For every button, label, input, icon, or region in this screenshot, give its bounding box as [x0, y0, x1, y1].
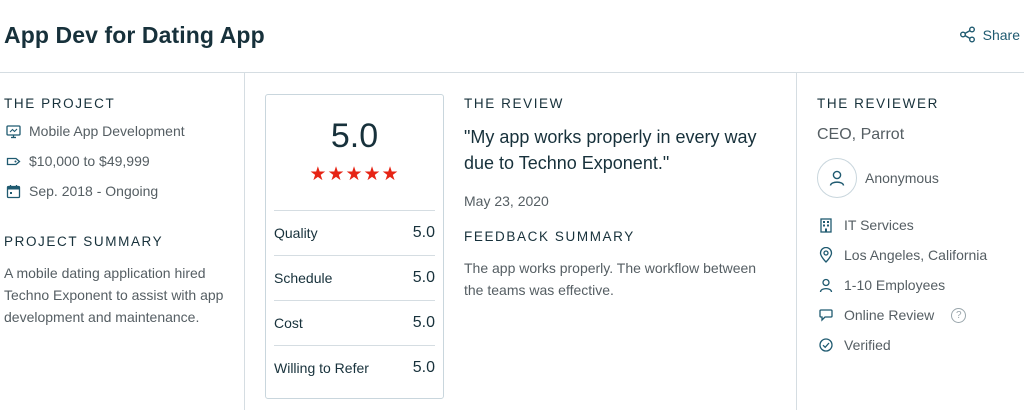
help-icon[interactable]: ?: [951, 307, 967, 323]
reviewer-industry-text: IT Services: [844, 217, 914, 233]
page-header: App Dev for Dating App Share: [0, 0, 1024, 73]
column-divider: [796, 73, 797, 410]
feedback-summary-text: The app works properly. The workflow bet…: [464, 260, 757, 298]
person-icon: [819, 278, 833, 292]
reviewer-review-type-text: Online Review: [844, 307, 935, 323]
review-quote: "My app works properly in every way due …: [464, 127, 757, 173]
column-divider: [244, 73, 245, 410]
reviewer-name: Anonymous: [865, 170, 939, 186]
reviewer-location-text: Los Angeles, California: [844, 247, 988, 263]
project-service-text: Mobile App Development: [29, 123, 185, 139]
rating-card: 5.0 ★★★★★ Quality 5.0 Schedule 5.0 Cost …: [265, 94, 444, 399]
reviewer-heading: THE REVIEWER: [817, 96, 939, 111]
check-circle-icon: [819, 338, 833, 352]
rating-value: 5.0: [412, 314, 435, 331]
page-title: App Dev for Dating App: [4, 22, 265, 48]
share-button[interactable]: Share: [959, 26, 1020, 43]
reviewer-review-type: Online Review ?: [819, 307, 967, 323]
building-icon: [820, 217, 832, 233]
reviewer-company-size-text: 1-10 Employees: [844, 277, 946, 293]
rating-value: 5.0: [412, 224, 435, 241]
reviewer-verified-text: Verified: [844, 337, 891, 353]
feedback-summary-heading: FEEDBACK SUMMARY: [464, 229, 635, 244]
location-pin-icon: [819, 247, 833, 263]
reviewer-company-size: 1-10 Employees: [819, 277, 945, 293]
rating-label: Schedule: [274, 270, 333, 286]
chat-bubble-icon: [819, 309, 833, 322]
overall-rating: 5.0: [330, 117, 379, 155]
project-service: Mobile App Development: [6, 123, 185, 139]
review-heading: THE REVIEW: [464, 96, 565, 111]
star-rating: ★★★★★: [309, 164, 400, 185]
rating-value: 5.0: [412, 359, 435, 376]
project-dates: Sep. 2018 - Ongoing: [6, 183, 158, 199]
share-icon: [959, 26, 975, 43]
project-summary-heading: PROJECT SUMMARY: [4, 234, 164, 249]
reviewer-industry: IT Services: [819, 217, 914, 233]
rating-value: 5.0: [412, 269, 435, 286]
reviewer-title: CEO, Parrot: [817, 126, 905, 143]
reviewer-identity: Anonymous: [817, 158, 939, 198]
calendar-icon: [6, 184, 21, 198]
project-dates-text: Sep. 2018 - Ongoing: [29, 183, 159, 199]
project-budget: $10,000 to $49,999: [6, 153, 150, 169]
project-budget-text: $10,000 to $49,999: [29, 153, 150, 169]
review-date: May 23, 2020: [464, 193, 549, 209]
reviewer-location: Los Angeles, California: [819, 247, 987, 263]
rating-label: Quality: [274, 225, 318, 241]
rating-label: Willing to Refer: [274, 360, 369, 376]
avatar: [817, 158, 857, 198]
price-tag-icon: [6, 157, 21, 165]
rating-row-cost: Cost 5.0: [274, 300, 435, 345]
user-icon: [829, 170, 845, 186]
share-label: Share: [982, 26, 1020, 43]
project-summary-text: A mobile dating application hired Techno…: [4, 265, 224, 325]
rating-row-willing-to-refer: Willing to Refer 5.0: [274, 345, 435, 390]
rating-row-schedule: Schedule 5.0: [274, 255, 435, 300]
monitor-icon: [6, 124, 21, 138]
rating-row-quality: Quality 5.0: [274, 210, 435, 255]
reviewer-verified: Verified: [819, 337, 891, 353]
rating-label: Cost: [274, 315, 303, 331]
project-heading: THE PROJECT: [4, 96, 116, 111]
